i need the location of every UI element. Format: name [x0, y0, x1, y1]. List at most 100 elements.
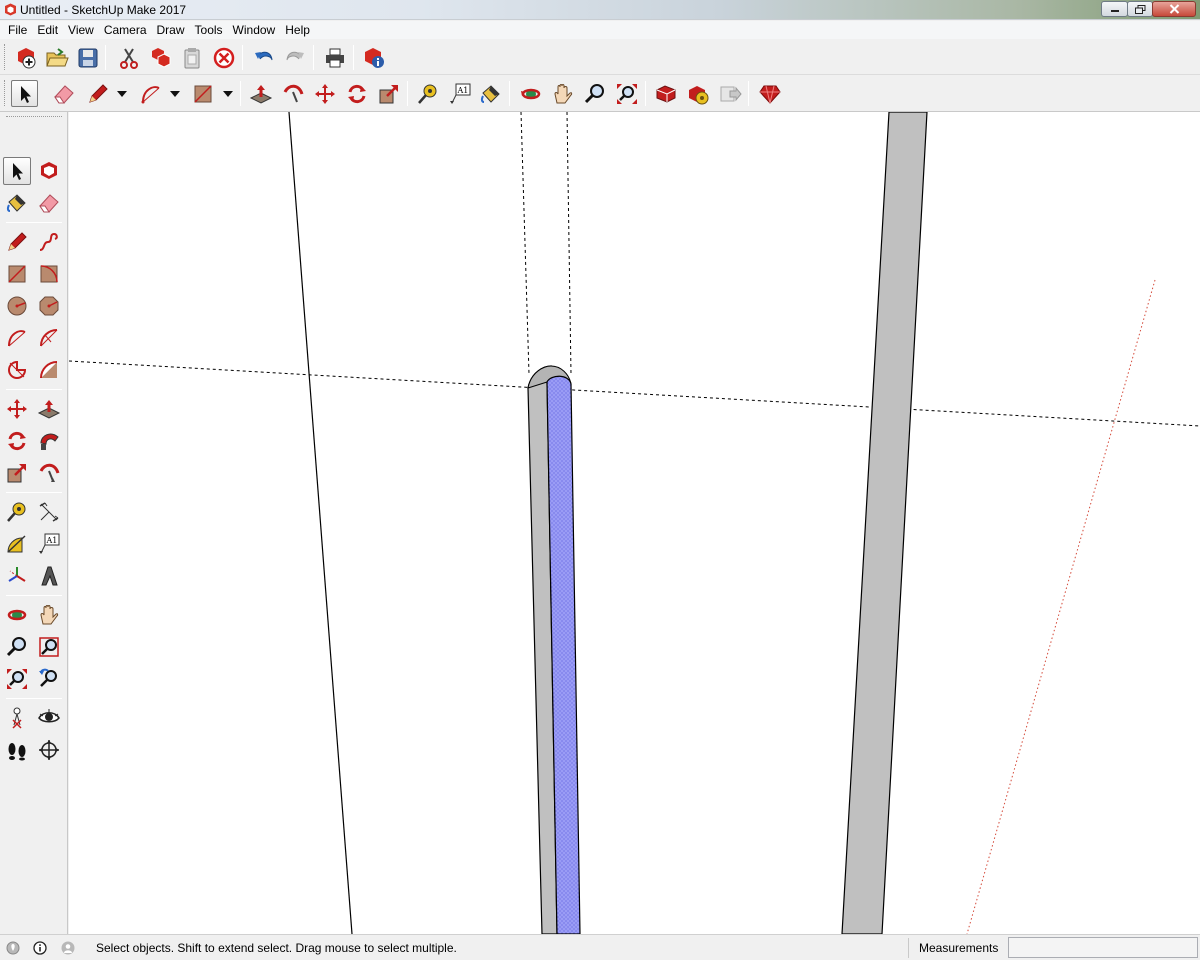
orbit-tool[interactable]	[3, 601, 31, 629]
redo-button[interactable]	[281, 44, 308, 71]
save-button[interactable]	[74, 44, 101, 71]
move-tool-button[interactable]	[311, 80, 338, 107]
open-button[interactable]	[43, 44, 70, 71]
orbit-tool-button[interactable]	[517, 80, 544, 107]
user-button[interactable]	[60, 940, 76, 956]
rectangle-dropdown[interactable]	[222, 80, 234, 107]
undo-button[interactable]	[250, 44, 277, 71]
grey-column[interactable]	[841, 112, 928, 934]
three-point-arc-tool[interactable]	[35, 356, 63, 384]
line-tool[interactable]	[3, 228, 31, 256]
guide-line[interactable]	[69, 360, 1200, 427]
rotate-tool[interactable]	[3, 427, 31, 455]
measurements-input[interactable]	[1008, 937, 1198, 958]
arc-dropdown[interactable]	[169, 80, 181, 107]
copy-button[interactable]	[147, 44, 174, 71]
pan-tool[interactable]	[35, 601, 63, 629]
zoom-tool[interactable]	[3, 633, 31, 661]
minimize-button[interactable]	[1101, 1, 1128, 17]
new-file-button[interactable]	[12, 44, 39, 71]
3d-text-tool[interactable]	[35, 562, 63, 590]
text-tool-button[interactable]: A1	[446, 80, 473, 107]
zoom-extents-tool-button[interactable]	[613, 80, 640, 107]
rotated-rectangle-tool[interactable]	[35, 260, 63, 288]
follow-me-tool[interactable]	[35, 427, 63, 455]
select-tool-button[interactable]	[11, 80, 38, 107]
menu-help[interactable]: Help	[280, 21, 315, 39]
menu-file[interactable]: File	[3, 21, 32, 39]
select-tool[interactable]	[3, 157, 31, 185]
section-plane-tool[interactable]	[35, 736, 63, 764]
axes-tool[interactable]	[3, 562, 31, 590]
menu-edit[interactable]: Edit	[32, 21, 63, 39]
extension-warehouse-button[interactable]	[684, 80, 711, 107]
arc-tool[interactable]	[3, 324, 31, 352]
zoom-window-tool[interactable]	[35, 633, 63, 661]
move-tool[interactable]	[3, 395, 31, 423]
toolbar-grip[interactable]	[4, 80, 7, 106]
guide-line[interactable]	[520, 112, 530, 375]
scale-tool-button[interactable]	[375, 80, 402, 107]
print-button[interactable]	[321, 44, 348, 71]
info-button[interactable]	[32, 940, 48, 956]
paint-bucket-tool-button[interactable]	[477, 80, 504, 107]
ruby-console-button[interactable]	[756, 80, 783, 107]
pie-tool[interactable]	[3, 356, 31, 384]
paste-button[interactable]	[178, 44, 205, 71]
menu-window[interactable]: Window	[228, 21, 281, 39]
drawing-viewport[interactable]	[69, 112, 1200, 934]
geo-location-button[interactable]	[5, 940, 21, 956]
arc-icon	[8, 330, 26, 347]
red-axis-line[interactable]	[966, 279, 1156, 934]
tape-measure-tool[interactable]	[3, 498, 31, 526]
tape-measure-tool-button[interactable]	[414, 80, 441, 107]
position-camera-tool[interactable]	[3, 704, 31, 732]
send-to-layout-button[interactable]	[716, 80, 743, 107]
cut-button[interactable]	[115, 44, 142, 71]
guide-line[interactable]	[566, 112, 572, 375]
maximize-icon	[1134, 4, 1145, 14]
protractor-tool[interactable]	[3, 530, 31, 558]
menu-camera[interactable]: Camera	[99, 21, 152, 39]
freehand-tool[interactable]	[35, 228, 63, 256]
rectangle-tool[interactable]	[3, 260, 31, 288]
toolbar-grip[interactable]	[6, 116, 62, 119]
pencil-tool-button[interactable]	[84, 80, 111, 107]
walk-tool[interactable]	[3, 736, 31, 764]
push-pull-tool[interactable]	[35, 395, 63, 423]
menu-draw[interactable]: Draw	[152, 21, 190, 39]
pencil-dropdown[interactable]	[116, 80, 128, 107]
paint-bucket-tool[interactable]	[3, 189, 31, 217]
dimension-tool[interactable]	[35, 498, 63, 526]
eraser-tool[interactable]	[35, 189, 63, 217]
zoom-icon	[6, 637, 26, 657]
model-canvas[interactable]	[69, 112, 1200, 934]
text-tool[interactable]: A1	[35, 530, 63, 558]
menu-tools[interactable]: Tools	[190, 21, 228, 39]
3d-warehouse-button[interactable]	[652, 80, 679, 107]
close-button[interactable]	[1152, 1, 1196, 17]
zoom-tool-button[interactable]	[581, 80, 608, 107]
rotate-tool-button[interactable]	[343, 80, 370, 107]
two-point-arc-tool[interactable]	[35, 324, 63, 352]
maximize-button[interactable]	[1127, 1, 1153, 17]
polygon-tool[interactable]	[35, 292, 63, 320]
scale-tool[interactable]	[3, 459, 31, 487]
push-pull-tool-button[interactable]	[247, 80, 274, 107]
look-around-tool[interactable]	[35, 704, 63, 732]
follow-me-tool-button[interactable]	[279, 80, 306, 107]
previous-view-tool[interactable]	[35, 665, 63, 693]
make-component-tool[interactable]	[35, 157, 63, 185]
rectangle-tool-button[interactable]	[189, 80, 216, 107]
model-edge[interactable]	[288, 112, 353, 934]
circle-tool[interactable]	[3, 292, 31, 320]
arc-tool-button[interactable]	[137, 80, 164, 107]
zoom-extents-tool[interactable]	[3, 665, 31, 693]
eraser-tool-button[interactable]	[50, 80, 77, 107]
offset-tool[interactable]	[35, 459, 63, 487]
menu-view[interactable]: View	[63, 21, 99, 39]
model-info-button[interactable]	[360, 44, 387, 71]
toolbar-grip[interactable]	[4, 44, 7, 70]
erase-button[interactable]	[210, 44, 237, 71]
pan-tool-button[interactable]	[549, 80, 576, 107]
